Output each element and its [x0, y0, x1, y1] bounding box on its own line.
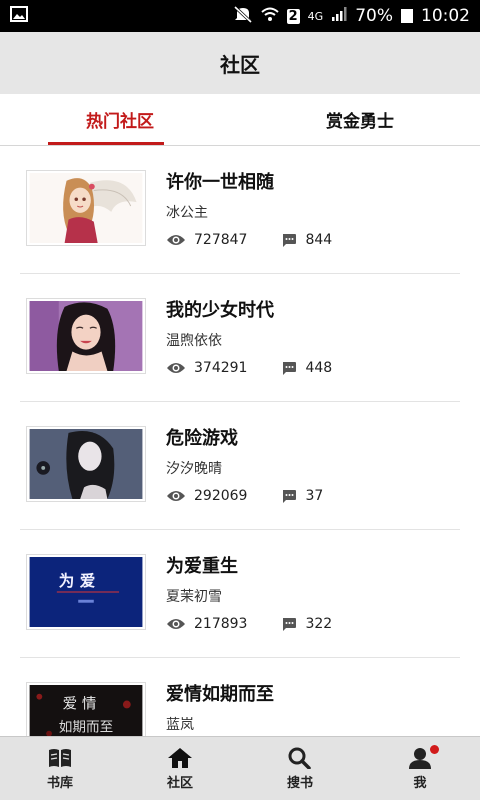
sim-badge: 2: [286, 8, 300, 24]
community-stats: 727847 844: [166, 232, 460, 248]
community-name: 危险游戏: [166, 428, 238, 449]
angel-girl-image: [29, 173, 143, 243]
view-count: 217893: [194, 616, 248, 632]
community-thumbnail: 爱 情 如期而至: [26, 682, 146, 736]
cover-title-text: 为 爱: [59, 571, 96, 590]
tab-hot-communities[interactable]: 热门社区: [0, 94, 240, 145]
community-name: 为爱重生: [166, 556, 238, 577]
community-thumbnail: [26, 298, 146, 374]
girl-portrait-image: [29, 301, 143, 371]
signal-icon: [331, 6, 347, 27]
nav-community[interactable]: 社区: [120, 737, 240, 800]
cover-subtitle-text: 如期而至: [59, 720, 113, 736]
list-item[interactable]: 我的少女时代 温煦依依 374291 448: [20, 274, 460, 402]
list-item[interactable]: 危险游戏 汐汐晚晴 292069 37: [20, 402, 460, 530]
gallery-notification-icon: [10, 6, 28, 26]
list-item[interactable]: 许你一世相随 冰公主 727847 844: [20, 146, 460, 274]
book-icon: [49, 748, 71, 767]
comment-icon: [283, 489, 297, 503]
community-author: 蓝岚: [166, 717, 194, 733]
comment-icon: [283, 617, 297, 631]
mute-icon: [233, 5, 253, 28]
page-title: 社区: [0, 32, 480, 94]
comment-count: 322: [305, 616, 333, 632]
clock: 10:02: [421, 6, 470, 26]
nav-label: 书库: [46, 775, 73, 791]
battery-percent: 70%: [355, 6, 393, 26]
dark-girl-image: [29, 429, 143, 499]
view-count: 374291: [194, 360, 248, 376]
nav-label: 我: [413, 775, 427, 791]
blue-cover-image: 为 爱: [29, 557, 143, 627]
community-thumbnail: 为 爱: [26, 554, 146, 630]
community-author: 温煦依依: [166, 333, 222, 349]
network-type: 4G: [307, 9, 324, 23]
dark-red-cover-image: 爱 情 如期而至: [29, 685, 143, 736]
community-stats: 374291 448: [166, 360, 460, 376]
view-count: 292069: [194, 488, 248, 504]
community-list: 许你一世相随 冰公主 727847 844 我的少女时代 温煦依依 374291…: [20, 146, 460, 736]
eye-icon: [167, 363, 185, 373]
tab-bounty-warriors[interactable]: 赏金勇士: [240, 94, 480, 145]
nav-label: 搜书: [286, 775, 313, 791]
community-name: 许你一世相随: [166, 172, 274, 193]
bottom-navigation: 书库 社区 搜书 我: [0, 736, 480, 800]
view-count: 727847: [194, 232, 248, 248]
comment-icon: [283, 361, 297, 375]
home-icon: [168, 747, 192, 768]
nav-search[interactable]: 搜书: [240, 737, 360, 800]
eye-icon: [167, 619, 185, 629]
status-bar: 2 4G 70% 10:02: [0, 0, 480, 32]
community-thumbnail: [26, 426, 146, 502]
community-stats: 217893 322: [166, 616, 460, 632]
list-item[interactable]: 爱 情 如期而至 爱情如期而至 蓝岚: [20, 658, 460, 736]
community-author: 冰公主: [166, 205, 208, 221]
wifi-icon: [260, 6, 279, 26]
list-item[interactable]: 为 爱 为爱重生 夏茉初雪 217893 322: [20, 530, 460, 658]
nav-label: 社区: [166, 775, 193, 791]
nav-me[interactable]: 我: [360, 737, 480, 800]
person-icon: [409, 747, 431, 769]
battery-icon: [401, 9, 413, 23]
community-name: 我的少女时代: [166, 300, 274, 321]
comment-count: 37: [305, 488, 324, 504]
comment-count: 448: [305, 360, 333, 376]
comment-count: 844: [305, 232, 333, 248]
community-thumbnail: [26, 170, 146, 246]
eye-icon: [167, 491, 185, 501]
eye-icon: [167, 235, 185, 245]
comment-icon: [283, 233, 297, 247]
tab-bar: 热门社区 赏金勇士: [0, 94, 480, 146]
nav-library[interactable]: 书库: [0, 737, 120, 800]
search-icon: [288, 747, 311, 769]
community-author: 夏茉初雪: [166, 589, 222, 605]
cover-title-text: 爱 情: [63, 695, 97, 712]
community-stats: 292069 37: [166, 488, 460, 504]
notification-dot: [430, 745, 439, 754]
community-author: 汐汐晚晴: [166, 461, 222, 477]
community-name: 爱情如期而至: [166, 684, 274, 705]
